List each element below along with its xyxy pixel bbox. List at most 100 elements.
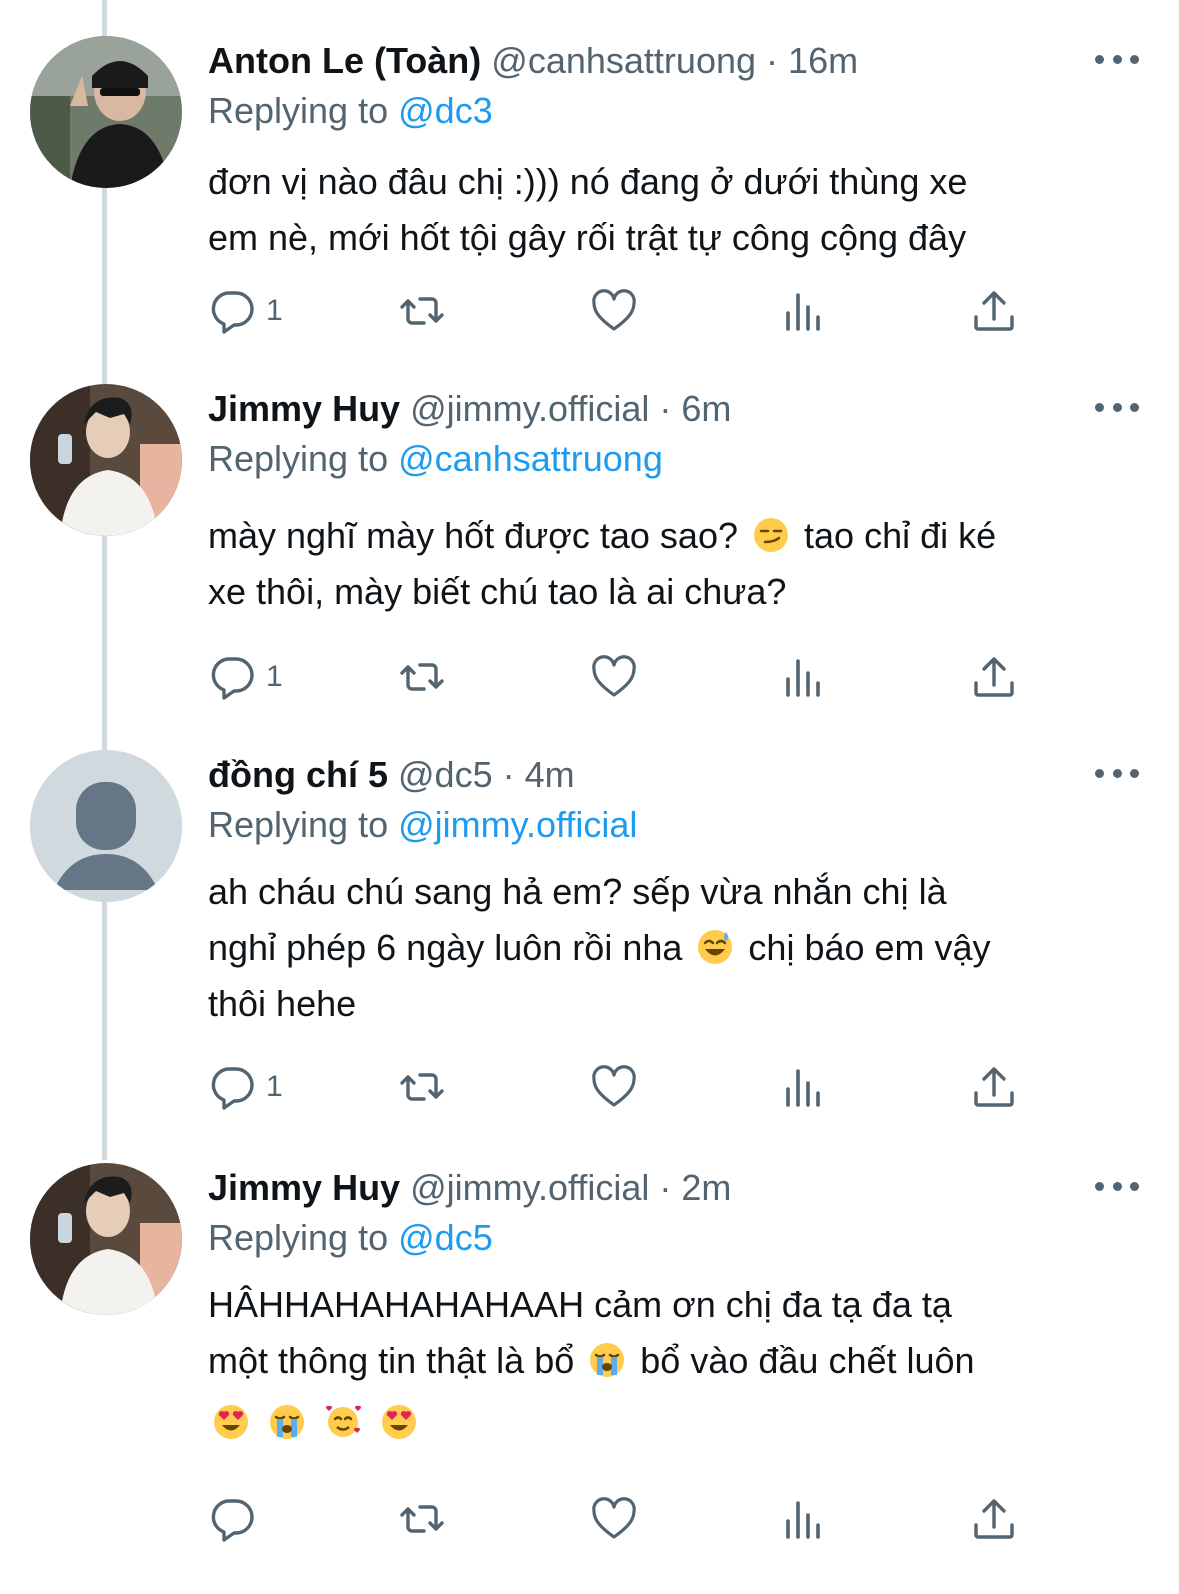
retweet-button[interactable] [398,1494,446,1544]
tweet-text-segment: chị báo em vậy [748,927,991,968]
retweet-button[interactable] [398,1062,446,1112]
separator: · [659,388,672,429]
heart-icon [592,1497,636,1539]
timestamp[interactable]: 6m [681,388,731,429]
user-handle[interactable]: @jimmy.official [410,1167,649,1208]
retweet-icon [400,297,444,325]
action-bar: 1 [208,286,1028,336]
heart-icon [592,1065,636,1107]
smiling-hearts-emoji-icon [326,1405,362,1437]
display-name[interactable]: Anton Le (Toàn) [208,40,481,81]
reply-count: 1 [266,1070,283,1103]
reply-icon [211,291,254,334]
heart-icon [592,655,636,697]
share-button[interactable] [970,652,1018,702]
reply-icon [211,657,254,700]
user-handle[interactable]: @dc5 [398,754,493,795]
display-name[interactable]: Jimmy Huy [208,388,400,429]
retweet-icon [400,663,444,691]
views-button[interactable] [780,1062,828,1112]
tweet-header: Jimmy Huy @jimmy.official · 6m [208,384,731,434]
tweet-text-segment: mày nghĩ mày hốt được tao sao? [208,515,738,556]
reply-button[interactable]: 1 [208,286,283,336]
views-icon [786,659,820,697]
share-icon [974,1067,1014,1107]
separator: · [502,754,515,795]
mention-link[interactable]: @dc3 [398,90,493,131]
views-button[interactable] [780,286,828,336]
retweet-button[interactable] [398,286,446,336]
action-bar: 1 [208,1062,1028,1112]
avatar[interactable] [30,750,182,902]
avatar[interactable] [30,384,182,536]
tweet-text-segment: nghỉ phép 6 ngày luôn rồi nha [208,927,683,968]
heart-eyes-emoji-icon [382,1405,417,1439]
reply-count: 1 [266,294,283,327]
tweet-text-segment: tao chỉ đi ké [804,515,997,556]
tweet-text-line: xe thôi, mày biết chú tao là ai chưa? [208,571,787,612]
like-button[interactable] [590,1062,638,1112]
more-icon[interactable] [1095,758,1139,788]
like-button[interactable] [590,652,638,702]
like-button[interactable] [590,1494,638,1544]
views-button[interactable] [780,652,828,702]
display-name[interactable]: Jimmy Huy [208,1167,400,1208]
avatar-photo [30,384,182,536]
like-button[interactable] [590,286,638,336]
smirk-emoji-icon [754,518,788,552]
mention-link[interactable]: @canhsattruong [398,438,663,479]
timestamp[interactable]: 2m [681,1167,731,1208]
tweet-text: HÂHHAHAHAHAHAAH cảm ơn chị đa tạ đa tạ m… [208,1277,1128,1451]
replying-prefix: Replying to [208,90,389,131]
reply-count: 1 [266,660,283,693]
share-icon [974,1499,1014,1539]
avatar[interactable] [30,36,182,188]
share-icon [974,657,1014,697]
share-button[interactable] [970,1062,1018,1112]
avatar-photo [30,1163,182,1315]
more-icon[interactable] [1095,44,1139,74]
replying-to: Replying to @canhsattruong [208,434,663,484]
retweet-button[interactable] [398,652,446,702]
sweat-smile-emoji-icon [698,930,733,964]
share-button[interactable] [970,286,1018,336]
reply-button[interactable] [208,1494,266,1544]
reply-icon [211,1499,254,1542]
avatar[interactable] [30,1163,182,1315]
retweet-icon [400,1073,444,1101]
avatar-photo [30,36,182,188]
views-button[interactable] [780,1494,828,1544]
reply-icon [211,1067,254,1110]
heart-icon [592,289,636,331]
timestamp[interactable]: 4m [525,754,575,795]
replying-prefix: Replying to [208,1217,389,1258]
tweet-header: Jimmy Huy @jimmy.official · 2m [208,1163,731,1213]
views-icon [786,1069,820,1107]
share-button[interactable] [970,1494,1018,1544]
tweet-text-line: em nè, mới hốt tội gây rối trật tự công … [208,217,967,258]
default-avatar-icon [30,750,182,902]
tweet-text-line: đơn vị nào đâu chị :))) nó đang ở dưới t… [208,161,968,202]
views-icon [786,1501,820,1539]
tweet-text-line: thôi hehe [208,983,357,1024]
tweet-text-line: ah cháu chú sang hả em? sếp vừa nhắn chị… [208,871,947,912]
more-icon[interactable] [1095,1171,1139,1201]
heart-eyes-emoji-icon [214,1405,248,1439]
user-handle[interactable]: @canhsattruong [491,40,756,81]
reply-button[interactable]: 1 [208,652,283,702]
loudly-crying-emoji-icon [270,1405,305,1439]
tweet-text-line: HÂHHAHAHAHAHAAH cảm ơn chị đa tạ đa tạ [208,1284,952,1325]
timestamp[interactable]: 16m [788,40,858,81]
reply-button[interactable]: 1 [208,1062,283,1112]
loudly-crying-emoji-icon [590,1343,625,1377]
replying-prefix: Replying to [208,804,389,845]
mention-link[interactable]: @dc5 [398,1217,493,1258]
user-handle[interactable]: @jimmy.official [410,388,649,429]
more-icon[interactable] [1095,392,1139,422]
views-icon [786,293,820,331]
tweet-text: đơn vị nào đâu chị :))) nó đang ở dưới t… [208,154,1128,266]
tweet-header: Anton Le (Toàn) @canhsattruong · 16m [208,36,858,86]
share-icon [974,291,1014,331]
display-name[interactable]: đồng chí 5 [208,754,388,795]
mention-link[interactable]: @jimmy.official [398,804,637,845]
